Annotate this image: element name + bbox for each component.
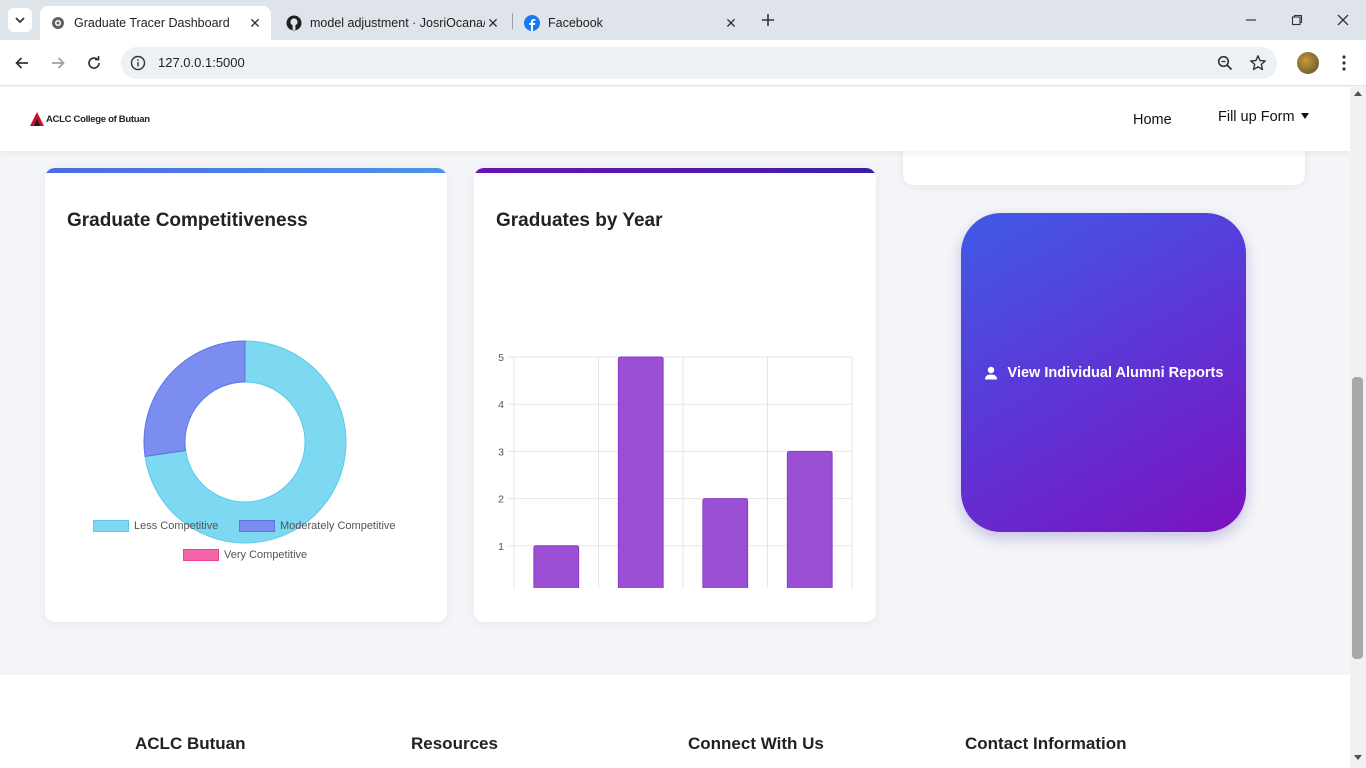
legend-item-very-competitive[interactable]: Very Competitive	[183, 549, 307, 561]
card-title: Graduates by Year	[496, 210, 663, 231]
arrow-left-icon	[15, 57, 28, 69]
legend-label: Very Competitive	[224, 549, 308, 561]
bar-2025	[786, 450, 833, 588]
bar-2022	[617, 356, 664, 588]
bookmark-star-icon[interactable]	[1248, 53, 1268, 73]
minimize-button[interactable]	[1239, 8, 1263, 32]
tab-title: model adjustment · JosriOcana/	[310, 16, 485, 30]
browser-menu-button[interactable]	[1334, 51, 1354, 75]
legend-label: Less Competitive	[134, 520, 219, 532]
restore-icon	[1291, 14, 1303, 26]
tab-separator	[512, 13, 513, 29]
legend-swatch	[93, 520, 129, 532]
footer-heading-aclc: ACLC Butuan	[135, 734, 246, 753]
tab-graduate-tracer[interactable]: Graduate Tracer Dashboard ✕	[40, 6, 271, 40]
profile-avatar[interactable]	[1297, 52, 1319, 74]
site-footer: ACLC Butuan Resources Connect With Us Co…	[0, 675, 1350, 768]
chevron-down-icon	[15, 17, 25, 24]
legend-item-less-competitive[interactable]: Less Competitive	[93, 520, 218, 532]
scroll-up-arrow-icon[interactable]	[1354, 91, 1362, 96]
tab-title: Graduate Tracer Dashboard	[74, 16, 230, 30]
y-tick-label: 1	[498, 541, 504, 553]
browser-tab-bar: Graduate Tracer Dashboard ✕ model adjust…	[0, 0, 1366, 40]
card-accent-bar	[45, 168, 447, 173]
legend-label: Moderately Competitive	[280, 520, 396, 532]
footer-heading-connect: Connect With Us	[688, 734, 824, 753]
legend-swatch	[239, 520, 275, 532]
tab-title: Facebook	[548, 16, 603, 30]
nav-fill-up-form-dropdown[interactable]: Fill up Form	[1218, 109, 1309, 125]
page-viewport: Graduate Competitiveness Less Competitiv…	[0, 87, 1350, 768]
logo-text: ACLC College of Butuan	[46, 113, 150, 125]
zoom-icon[interactable]	[1215, 53, 1235, 73]
back-button[interactable]	[10, 51, 34, 75]
card-accent-bar	[474, 168, 876, 173]
globe-icon	[50, 15, 66, 31]
site-navbar: ACLC College of Butuan Home Fill up Form	[0, 87, 1350, 151]
close-icon	[1337, 14, 1349, 26]
minimize-icon	[1246, 19, 1256, 21]
github-icon	[286, 15, 302, 31]
footer-heading-resources: Resources	[411, 734, 498, 753]
site-logo[interactable]: ACLC College of Butuan	[28, 111, 150, 127]
y-tick-label: 5	[498, 352, 504, 364]
close-icon[interactable]: ✕	[485, 15, 501, 31]
close-icon[interactable]: ✕	[247, 15, 263, 31]
address-bar[interactable]: 127.0.0.1:5000	[121, 47, 1277, 79]
card-title: Graduate Competitiveness	[67, 210, 308, 231]
competitiveness-doughnut-chart	[143, 340, 347, 544]
arrow-right-icon	[52, 57, 65, 69]
competitiveness-card: Graduate Competitiveness Less Competitiv…	[45, 168, 447, 622]
browser-toolbar: 127.0.0.1:5000	[0, 40, 1366, 86]
tab-github[interactable]: model adjustment · JosriOcana/ ✕	[276, 6, 509, 40]
y-tick-label: 3	[498, 446, 504, 458]
footer-heading-contact: Contact Information	[965, 734, 1127, 753]
y-tick-label: 2	[498, 494, 504, 506]
bar-2023	[702, 498, 749, 588]
graduates-by-year-bar-chart: 0123452003202220232025	[498, 352, 853, 588]
scroll-thumb[interactable]	[1352, 377, 1363, 659]
tab-search-button[interactable]	[8, 8, 32, 32]
nav-home-link[interactable]: Home	[1133, 112, 1172, 128]
reload-icon	[88, 56, 100, 69]
reload-button[interactable]	[82, 51, 106, 75]
new-tab-button[interactable]	[758, 10, 778, 30]
close-icon[interactable]: ✕	[723, 15, 739, 31]
scroll-down-arrow-icon[interactable]	[1354, 755, 1362, 760]
caret-down-icon	[1300, 113, 1309, 119]
site-info-icon[interactable]	[129, 54, 147, 72]
restore-button[interactable]	[1285, 8, 1309, 32]
facebook-icon	[524, 15, 540, 31]
page-scrollbar[interactable]	[1350, 87, 1366, 768]
address-url: 127.0.0.1:5000	[158, 55, 245, 70]
legend-item-moderately-competitive[interactable]: Moderately Competitive	[239, 520, 396, 532]
tab-facebook[interactable]: Facebook ✕	[514, 6, 747, 40]
alumni-button-label: View Individual Alumni Reports	[1007, 364, 1224, 381]
more-vertical-icon	[1342, 55, 1346, 71]
logo-icon	[28, 111, 46, 127]
person-icon	[984, 366, 998, 380]
bar-2003	[533, 545, 580, 588]
view-alumni-reports-button[interactable]: View Individual Alumni Reports	[961, 213, 1246, 532]
nav-fill-up-form-label: Fill up Form	[1218, 109, 1295, 125]
close-window-button[interactable]	[1331, 8, 1355, 32]
doughnut-slice-moderately-competitive	[143, 340, 246, 457]
legend-swatch	[183, 549, 219, 561]
graduates-by-year-card: Graduates by Year 0123452003202220232025	[474, 168, 876, 622]
plus-icon	[762, 14, 774, 26]
forward-button[interactable]	[46, 51, 70, 75]
y-tick-label: 4	[498, 399, 504, 411]
